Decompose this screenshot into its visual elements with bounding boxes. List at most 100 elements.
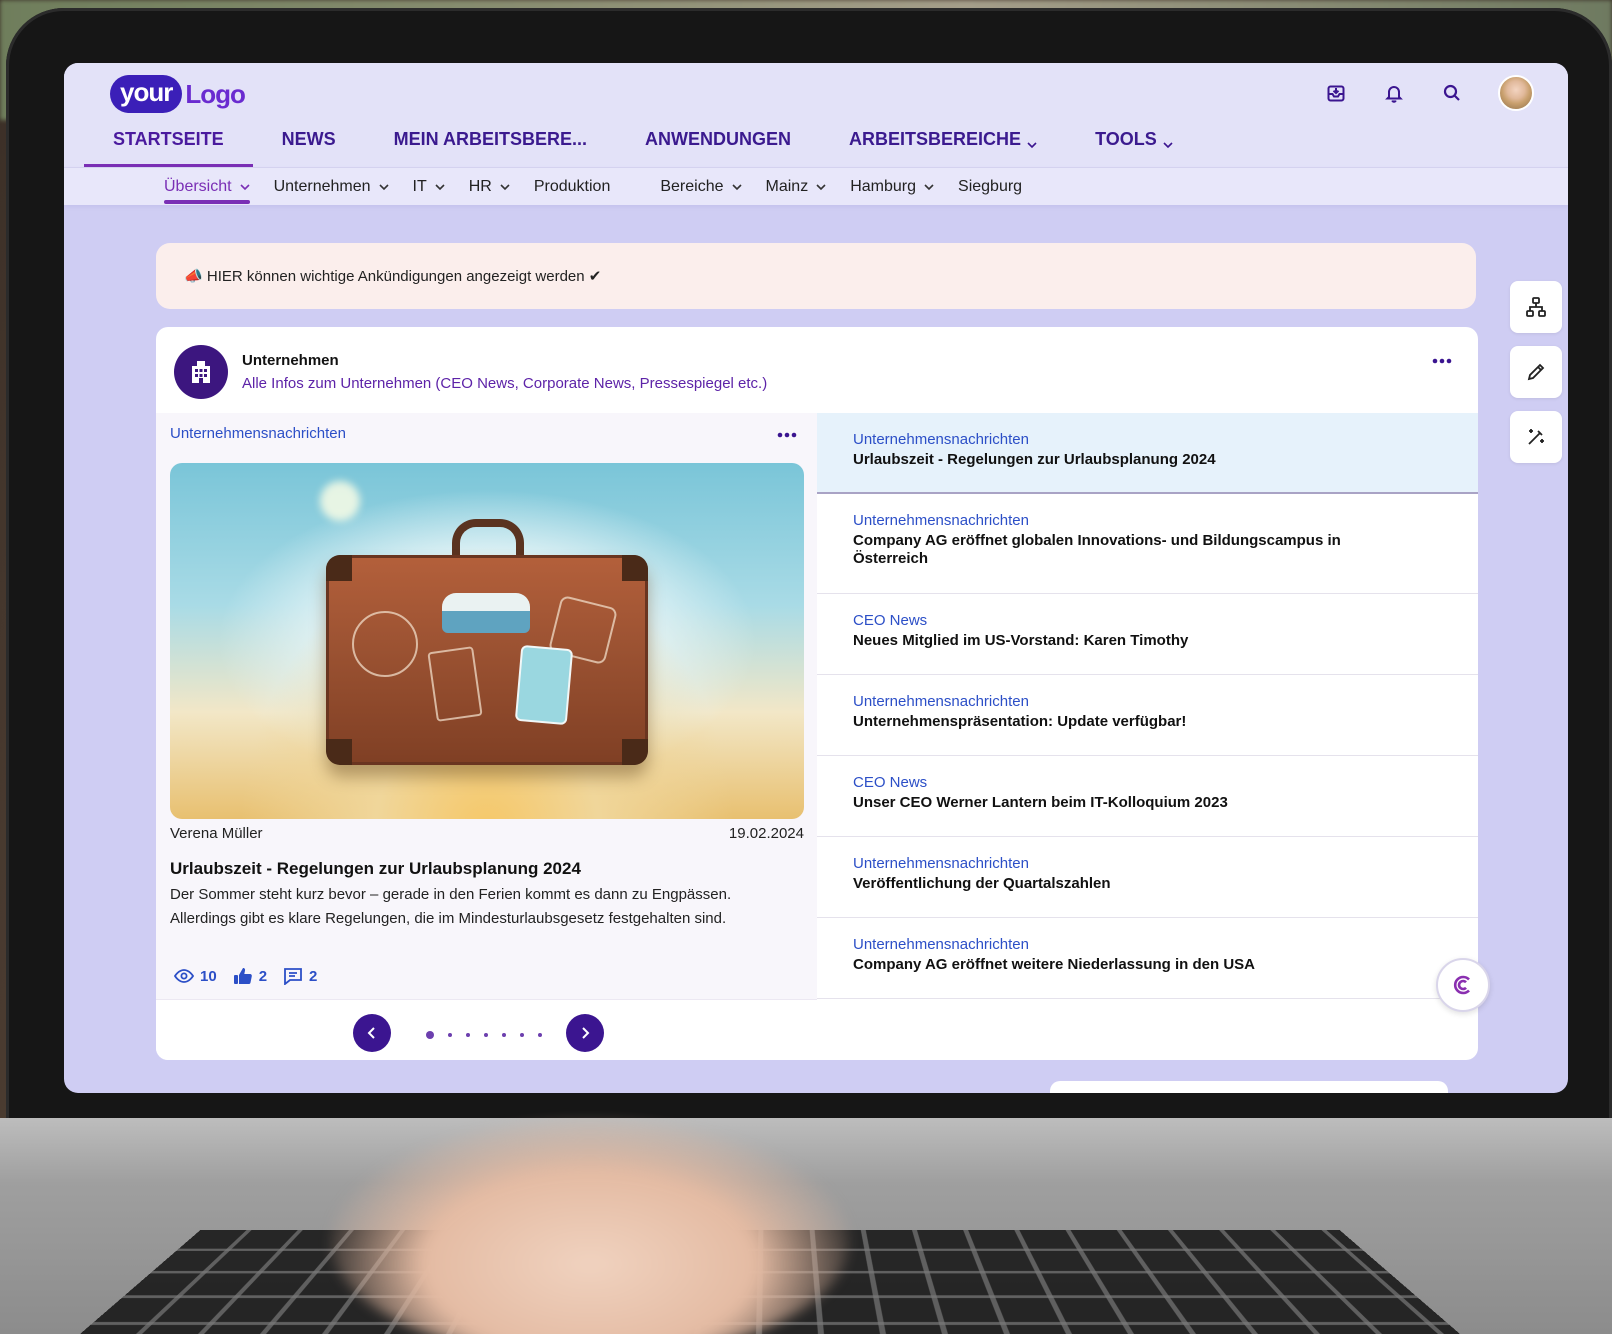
news-item-title[interactable]: Unternehmenspräsentation: Update verfügb… xyxy=(853,713,1373,731)
magic-button[interactable] xyxy=(1510,411,1562,463)
edit-button[interactable] xyxy=(1510,346,1562,398)
nav-item-label: STARTSEITE xyxy=(113,129,224,150)
news-item-category[interactable]: Unternehmensnachrichten xyxy=(853,512,1478,529)
megaphone-icon: 📣 xyxy=(184,268,203,285)
news-list-item[interactable]: Unternehmensnachrichten Company AG eröffn… xyxy=(817,494,1478,594)
sitemap-icon xyxy=(1525,296,1547,318)
article-teaser: Der Sommer steht kurz bevor – gerade in … xyxy=(170,883,790,931)
subnav-item-3[interactable]: HR xyxy=(461,172,518,202)
news-item-title[interactable]: Company AG eröffnet weitere Niederlassun… xyxy=(853,956,1373,974)
chatbot-icon xyxy=(1451,973,1475,997)
user-avatar[interactable] xyxy=(1498,75,1534,111)
announcement-message: HIER können wichtige Ankündigungen angez… xyxy=(207,268,602,285)
carousel-dot[interactable] xyxy=(502,1033,506,1037)
suitcase-corner xyxy=(326,555,352,581)
chevron-down-icon xyxy=(732,178,742,196)
suitcase-corner xyxy=(622,555,648,581)
nav-item-5[interactable]: TOOLS xyxy=(1066,125,1202,165)
sub-navigation-bar: Übersicht Unternehmen IT HR Produktion Bereic… xyxy=(64,167,1568,205)
news-item-category[interactable]: Unternehmensnachrichten xyxy=(853,855,1478,872)
article-meta: Verena Müller 19.02.2024 xyxy=(170,825,804,842)
featured-image-suitcase[interactable] xyxy=(170,463,804,819)
more-dots-icon[interactable] xyxy=(1432,351,1452,369)
announcement-banner: 📣 HIER können wichtige Ankündigungen ang… xyxy=(156,243,1476,309)
news-list-item[interactable]: Unternehmensnachrichten Urlaubszeit - Reg… xyxy=(817,413,1478,494)
sub-navigation: Übersicht Unternehmen IT HR Produktion Bereic… xyxy=(156,172,1038,202)
carousel-dot[interactable] xyxy=(426,1031,434,1039)
main-navigation: STARTSEITE NEWS MEIN ARBEITSBERE... ANWENDU… xyxy=(84,125,1202,165)
chatbot-button[interactable] xyxy=(1436,958,1490,1012)
carousel-dot[interactable] xyxy=(484,1033,488,1037)
card-header: Unternehmen Alle Infos zum Unternehmen (… xyxy=(174,345,767,399)
likes-count: 2 xyxy=(259,968,267,985)
travel-stamp xyxy=(427,646,482,722)
eye-icon xyxy=(174,969,194,983)
subnav-item-6[interactable]: Mainz xyxy=(758,172,835,202)
pencil-icon xyxy=(1525,361,1547,383)
subnav-item-label: Übersicht xyxy=(164,178,232,196)
nav-item-1[interactable]: NEWS xyxy=(253,125,365,165)
subnav-item-8[interactable]: Siegburg xyxy=(950,172,1030,202)
more-dots-icon[interactable] xyxy=(777,425,797,443)
news-list-item[interactable]: CEO News Unser CEO Werner Lantern beim IT… xyxy=(817,756,1478,837)
top-bar: your Logo STARTSEITE NEWS MEIN ARBEITSBE… xyxy=(64,63,1568,167)
bell-icon[interactable] xyxy=(1382,81,1406,105)
subnav-item-1[interactable]: Unternehmen xyxy=(266,172,397,202)
nav-item-0[interactable]: STARTSEITE xyxy=(84,125,253,165)
news-list-item[interactable]: Unternehmensnachrichten Veröffentlichung … xyxy=(817,837,1478,918)
carousel-dot[interactable] xyxy=(538,1033,542,1037)
subnav-item-0[interactable]: Übersicht xyxy=(156,172,258,202)
comments-stat[interactable]: 2 xyxy=(283,967,317,985)
suitcase-corner xyxy=(622,739,648,765)
news-list-item[interactable]: Unternehmensnachrichten Company AG eröffn… xyxy=(817,918,1478,999)
nav-item-3[interactable]: ANWENDUNGEN xyxy=(616,125,820,165)
news-item-title[interactable]: Veröffentlichung der Quartalszahlen xyxy=(853,875,1373,893)
subnav-item-5[interactable]: Bereiche xyxy=(652,172,749,202)
news-item-category[interactable]: CEO News xyxy=(853,612,1478,629)
news-item-category[interactable]: Unternehmensnachrichten xyxy=(853,431,1478,448)
prev-slide-button[interactable] xyxy=(353,1014,391,1052)
nav-item-2[interactable]: MEIN ARBEITSBERE... xyxy=(365,125,616,165)
featured-category[interactable]: Unternehmensnachrichten xyxy=(170,425,346,442)
nav-item-4[interactable]: ARBEITSBEREICHE xyxy=(820,125,1066,165)
news-list-item[interactable]: Unternehmensnachrichten Unternehmenspräse… xyxy=(817,675,1478,756)
nav-item-label: MEIN ARBEITSBERE... xyxy=(394,129,587,150)
next-slide-button[interactable] xyxy=(566,1014,604,1052)
chevron-down-icon xyxy=(379,178,389,196)
news-list-item[interactable]: CEO News Neues Mitglied im US-Vorstand: K… xyxy=(817,594,1478,675)
top-actions xyxy=(1324,75,1534,111)
news-item-title[interactable]: Urlaubszeit - Regelungen zur Urlaubsplan… xyxy=(853,451,1373,469)
sun-glare xyxy=(320,481,360,521)
chevron-down-icon xyxy=(816,178,826,196)
carousel-dot[interactable] xyxy=(448,1033,452,1037)
subnav-item-4[interactable]: Produktion xyxy=(526,172,619,202)
news-item-category[interactable]: Unternehmensnachrichten xyxy=(853,936,1478,953)
comment-icon xyxy=(283,967,303,985)
chevron-down-icon xyxy=(1027,133,1037,154)
news-item-title[interactable]: Unser CEO Werner Lantern beim IT-Kolloqu… xyxy=(853,794,1373,812)
news-item-title[interactable]: Neues Mitglied im US-Vorstand: Karen Tim… xyxy=(853,632,1373,650)
carousel-dot[interactable] xyxy=(520,1033,524,1037)
likes-stat[interactable]: 2 xyxy=(233,967,267,985)
chevron-down-icon xyxy=(1163,133,1173,154)
card-subtitle[interactable]: Alle Infos zum Unternehmen (CEO News, Co… xyxy=(242,375,767,392)
carousel-dot[interactable] xyxy=(466,1033,470,1037)
news-item-category[interactable]: Unternehmensnachrichten xyxy=(853,693,1478,710)
sitemap-button[interactable] xyxy=(1510,281,1562,333)
side-toolbar xyxy=(1510,281,1562,463)
chevron-down-icon xyxy=(240,178,250,196)
subnav-spacer xyxy=(626,172,652,202)
inbox-icon[interactable] xyxy=(1324,81,1348,105)
news-item-category[interactable]: CEO News xyxy=(853,774,1478,791)
article-title[interactable]: Urlaubszeit - Regelungen zur Urlaubsplan… xyxy=(170,859,581,879)
chevron-left-icon xyxy=(366,1027,378,1039)
search-icon[interactable] xyxy=(1440,81,1464,105)
company-logo[interactable]: your Logo xyxy=(110,75,245,113)
featured-article[interactable]: Unternehmensnachrichten Verena Müller 19… xyxy=(156,413,817,999)
subnav-item-label: Unternehmen xyxy=(274,178,371,196)
views-count: 10 xyxy=(200,968,217,985)
subnav-item-2[interactable]: IT xyxy=(405,172,453,202)
subnav-item-7[interactable]: Hamburg xyxy=(842,172,942,202)
news-item-title[interactable]: Company AG eröffnet globalen Innovations… xyxy=(853,532,1373,568)
chevron-down-icon xyxy=(500,178,510,196)
